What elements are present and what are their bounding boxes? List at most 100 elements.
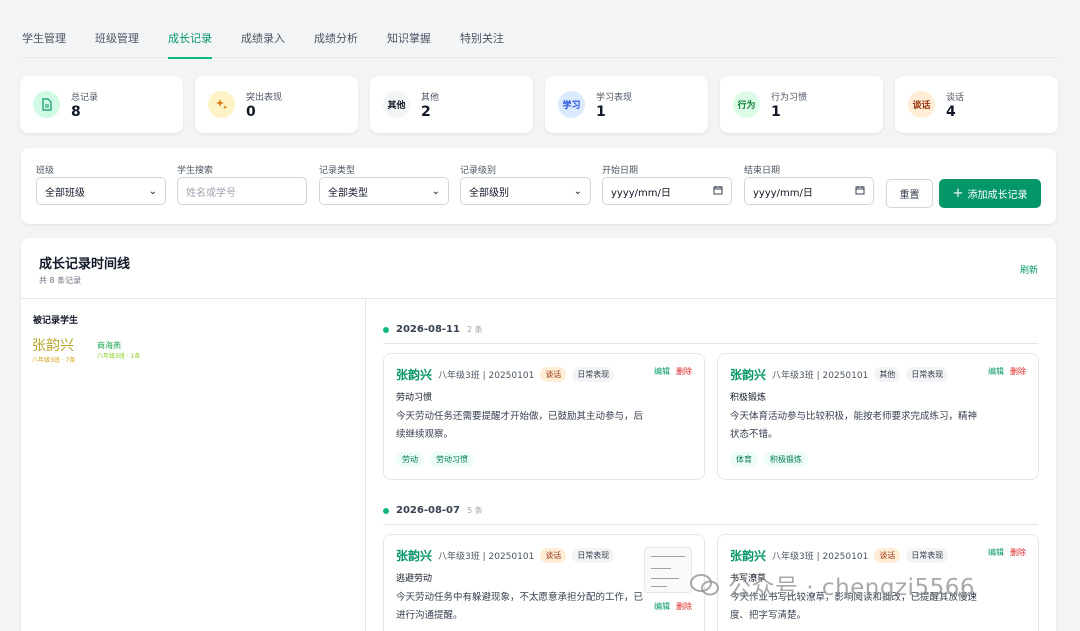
search-input[interactable]: 姓名或学号 xyxy=(177,177,307,205)
record-tag: 积极锻炼 xyxy=(764,452,808,467)
divider xyxy=(383,343,1038,344)
stat-card-behavior: 行为 行为习惯 1 xyxy=(720,76,883,133)
record-type-badge: 其他 xyxy=(874,367,901,382)
stat-value: 1 xyxy=(771,103,781,120)
stat-cards: 总记录 8 突出表现 0 其他 其他 2 学习 学习表现 1 行为 行为习惯 1… xyxy=(20,76,1058,133)
class-select-value: 全部班级 xyxy=(45,187,85,199)
edit-button[interactable]: 编辑 xyxy=(988,366,1004,377)
record-type-badge: 谈话 xyxy=(540,548,567,563)
search-placeholder: 姓名或学号 xyxy=(186,187,236,199)
record-student-meta: 八年级3班 | 20250101 xyxy=(438,552,535,562)
stat-label: 总记录 xyxy=(71,92,99,103)
filter-bar: 班级 全部班级 ⌄ 学生搜索 姓名或学号 记录类型 全部类型 ⌄ 记录级别 全部… xyxy=(21,148,1056,224)
record-card: 张韵兴 八年级3班 | 20250101 谈话 日常表现 编辑 删除 逃避劳动 … xyxy=(383,534,705,631)
date-label: 2026-08-07 xyxy=(396,505,460,516)
class-filter: 班级 全部班级 ⌄ xyxy=(36,163,166,205)
sparkle-icon xyxy=(208,91,235,118)
delete-button[interactable]: 删除 xyxy=(1010,547,1026,558)
refresh-link[interactable]: 刷新 xyxy=(1020,263,1038,276)
watermark: 公众号 · chengzi5566 xyxy=(690,568,975,602)
edit-button[interactable]: 编辑 xyxy=(988,547,1004,558)
student-item[interactable]: 张韵兴 八年级3班 · 7条 xyxy=(32,335,75,364)
student-name: 商海燕 xyxy=(97,341,121,350)
record-card: 张韵兴 八年级3班 | 20250101 谈话 日常表现 编辑 删除 劳动习惯 … xyxy=(383,353,705,480)
record-student-meta: 八年级3班 | 20250101 xyxy=(438,371,535,381)
calendar-icon[interactable] xyxy=(855,185,865,198)
plus-icon: + xyxy=(952,186,964,201)
record-title: 积极锻炼 xyxy=(730,393,767,403)
tab-knowledge-mastery[interactable]: 知识掌握 xyxy=(387,20,431,58)
delete-button[interactable]: 删除 xyxy=(676,601,692,612)
record-student-name: 张韵兴 xyxy=(396,368,433,382)
edit-button[interactable]: 编辑 xyxy=(654,601,670,612)
level-select-value: 全部级别 xyxy=(469,187,509,199)
delete-button[interactable]: 删除 xyxy=(1010,366,1026,377)
add-record-label: 添加成长记录 xyxy=(967,190,1028,201)
edit-button[interactable]: 编辑 xyxy=(654,366,670,377)
document-icon xyxy=(33,91,60,118)
record-content: 今天体育活动参与比较积极，能按老师要求完成练习，精神状态不错。 xyxy=(730,411,978,440)
date-count: 2 条 xyxy=(466,325,483,334)
start-date-placeholder: yyyy/mm/日 xyxy=(611,187,671,199)
attachment-thumbnail[interactable] xyxy=(644,547,692,593)
timeline-dot xyxy=(383,326,389,333)
end-date-filter: 结束日期 yyyy/mm/日 xyxy=(744,163,874,205)
start-date-filter: 开始日期 yyyy/mm/日 xyxy=(602,163,732,205)
talk-badge: 谈话 xyxy=(908,91,935,118)
student-meta: 八年级3班 · 7条 xyxy=(32,357,76,364)
type-filter: 记录类型 全部类型 ⌄ xyxy=(319,163,449,205)
end-date-label: 结束日期 xyxy=(744,166,781,176)
tab-student-management[interactable]: 学生管理 xyxy=(22,20,66,58)
student-meta: 八年级3班 · 1条 xyxy=(97,353,141,360)
start-date-input[interactable]: yyyy/mm/日 xyxy=(602,177,732,205)
behavior-badge: 行为 xyxy=(733,91,760,118)
date-group-header: 2026-08-11 2 条 xyxy=(383,324,483,335)
record-student-meta: 八年级3班 | 20250101 xyxy=(772,552,869,562)
tab-score-entry[interactable]: 成绩录入 xyxy=(241,20,285,58)
stat-value: 8 xyxy=(71,103,81,120)
chevron-down-icon: ⌄ xyxy=(431,185,440,197)
record-level-badge: 日常表现 xyxy=(572,367,615,382)
tab-score-analysis[interactable]: 成绩分析 xyxy=(314,20,358,58)
level-filter-label: 记录级别 xyxy=(460,166,497,176)
tab-class-management[interactable]: 班级管理 xyxy=(95,20,139,58)
record-type-badge: 谈话 xyxy=(540,367,567,382)
record-type-badge: 谈话 xyxy=(874,548,901,563)
student-list: 被记录学生 张韵兴 八年级3班 · 7条 商海燕 八年级3班 · 1条 xyxy=(21,299,366,631)
stat-label: 突出表现 xyxy=(246,92,283,103)
stat-label: 谈话 xyxy=(946,92,965,103)
type-select[interactable]: 全部类型 ⌄ xyxy=(319,177,449,205)
reset-button[interactable]: 重置 xyxy=(886,179,933,208)
date-group-header: 2026-08-07 5 条 xyxy=(383,505,483,516)
class-select[interactable]: 全部班级 ⌄ xyxy=(36,177,166,205)
tab-growth-records[interactable]: 成长记录 xyxy=(168,20,212,59)
student-list-title: 被记录学生 xyxy=(33,316,79,326)
stat-value: 1 xyxy=(596,103,606,120)
record-title: 逃避劳动 xyxy=(396,574,433,584)
stat-value: 2 xyxy=(421,103,431,120)
record-count: 共 8 条记录 xyxy=(39,276,82,285)
add-record-button[interactable]: + 添加成长记录 xyxy=(939,179,1041,208)
level-filter: 记录级别 全部级别 ⌄ xyxy=(460,163,591,205)
stat-card-total: 总记录 8 xyxy=(20,76,183,133)
divider xyxy=(383,524,1038,525)
chevron-down-icon: ⌄ xyxy=(573,185,582,197)
record-tag: 劳动 xyxy=(396,452,424,467)
record-card: 张韵兴 八年级3班 | 20250101 其他 日常表现 编辑 删除 积极锻炼 … xyxy=(717,353,1039,480)
record-tag: 劳动习惯 xyxy=(430,452,474,467)
record-content: 今天劳动任务中有躲避现象，不太愿意承担分配的工作，已进行沟通提醒。 xyxy=(396,592,644,621)
class-filter-label: 班级 xyxy=(36,166,55,176)
level-select[interactable]: 全部级别 ⌄ xyxy=(460,177,591,205)
record-level-badge: 日常表现 xyxy=(906,548,949,563)
search-filter: 学生搜索 姓名或学号 xyxy=(177,163,307,205)
search-filter-label: 学生搜索 xyxy=(177,166,214,176)
end-date-input[interactable]: yyyy/mm/日 xyxy=(744,177,874,205)
student-item[interactable]: 商海燕 八年级3班 · 1条 xyxy=(97,340,140,360)
calendar-icon[interactable] xyxy=(713,185,723,198)
panel-title: 成长记录时间线 xyxy=(39,257,131,272)
record-title: 劳动习惯 xyxy=(396,393,433,403)
wechat-icon xyxy=(690,573,720,597)
record-tag: 体育 xyxy=(730,452,758,467)
tab-special-attention[interactable]: 特别关注 xyxy=(460,20,504,58)
delete-button[interactable]: 删除 xyxy=(676,366,692,377)
